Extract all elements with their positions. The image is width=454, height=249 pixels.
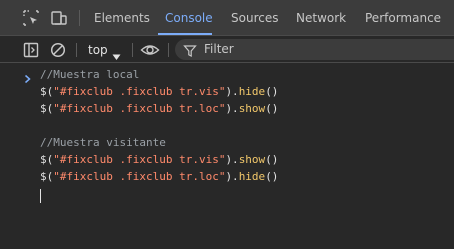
code-comment-line: //Muestra visitante [40, 135, 166, 151]
devtools-tabbar: Elements Console Sources Network Perform… [0, 0, 454, 36]
code-method: show [238, 153, 266, 166]
code-comment-line: //Muestra local [40, 68, 140, 81]
code-token: $( [40, 85, 54, 98]
console-input-area[interactable]: //Muestra local $("#fixclub .fixclub tr.… [0, 63, 454, 249]
active-tab-indicator [158, 33, 212, 35]
filter-placeholder: Filter [204, 42, 234, 56]
code-method: hide [238, 85, 266, 98]
tab-network[interactable]: Network [296, 0, 346, 36]
live-expression-icon[interactable] [140, 41, 160, 59]
console-toolbar: top Filter [0, 37, 454, 63]
code-token: $( [40, 102, 54, 115]
tab-elements[interactable]: Elements [94, 0, 150, 36]
toolbar-divider [132, 43, 133, 57]
code-token: $( [40, 153, 54, 166]
text-cursor [40, 189, 41, 203]
code-token: $( [40, 170, 54, 183]
chevron-right-icon [24, 69, 32, 84]
code-comment: //Muestra visitante [40, 136, 166, 149]
code-line: $("#fixclub .fixclub tr.loc").show() [40, 101, 278, 117]
code-string: "#fixclub .fixclub tr.vis" [53, 153, 226, 166]
code-string: "#fixclub .fixclub tr.loc" [53, 102, 226, 115]
code-token: ). [225, 170, 239, 183]
filter-input[interactable]: Filter [175, 39, 454, 60]
code-line: $("#fixclub .fixclub tr.vis").show() [40, 152, 278, 168]
code-token: ). [225, 85, 239, 98]
devtools-window: Elements Console Sources Network Perform… [0, 0, 454, 249]
tab-performance[interactable]: Performance [365, 0, 441, 36]
code-token: ). [225, 102, 239, 115]
filter-icon [183, 43, 197, 57]
tab-console[interactable]: Console [165, 0, 213, 36]
device-toolbar-icon[interactable] [49, 8, 69, 28]
tab-sources[interactable]: Sources [231, 0, 278, 36]
code-token: () [265, 85, 279, 98]
toolbar-divider [76, 43, 77, 57]
show-sidebar-icon[interactable] [22, 41, 40, 59]
code-method: hide [238, 170, 266, 183]
code-token: ). [225, 153, 239, 166]
tabbar-divider [79, 10, 80, 26]
context-label: top [88, 43, 108, 57]
code-token: () [265, 102, 279, 115]
code-string: "#fixclub .fixclub tr.vis" [53, 85, 226, 98]
clear-console-icon[interactable] [49, 41, 67, 59]
code-method: show [238, 102, 266, 115]
inspect-element-icon[interactable] [21, 8, 41, 28]
toolbar-divider [168, 43, 169, 57]
code-token: () [265, 170, 279, 183]
code-string: "#fixclub .fixclub tr.loc" [53, 170, 226, 183]
context-selector[interactable]: top [82, 40, 126, 60]
code-line: $("#fixclub .fixclub tr.loc").hide() [40, 169, 278, 185]
code-line: $("#fixclub .fixclub tr.vis").hide() [40, 84, 278, 100]
code-token: () [265, 153, 279, 166]
